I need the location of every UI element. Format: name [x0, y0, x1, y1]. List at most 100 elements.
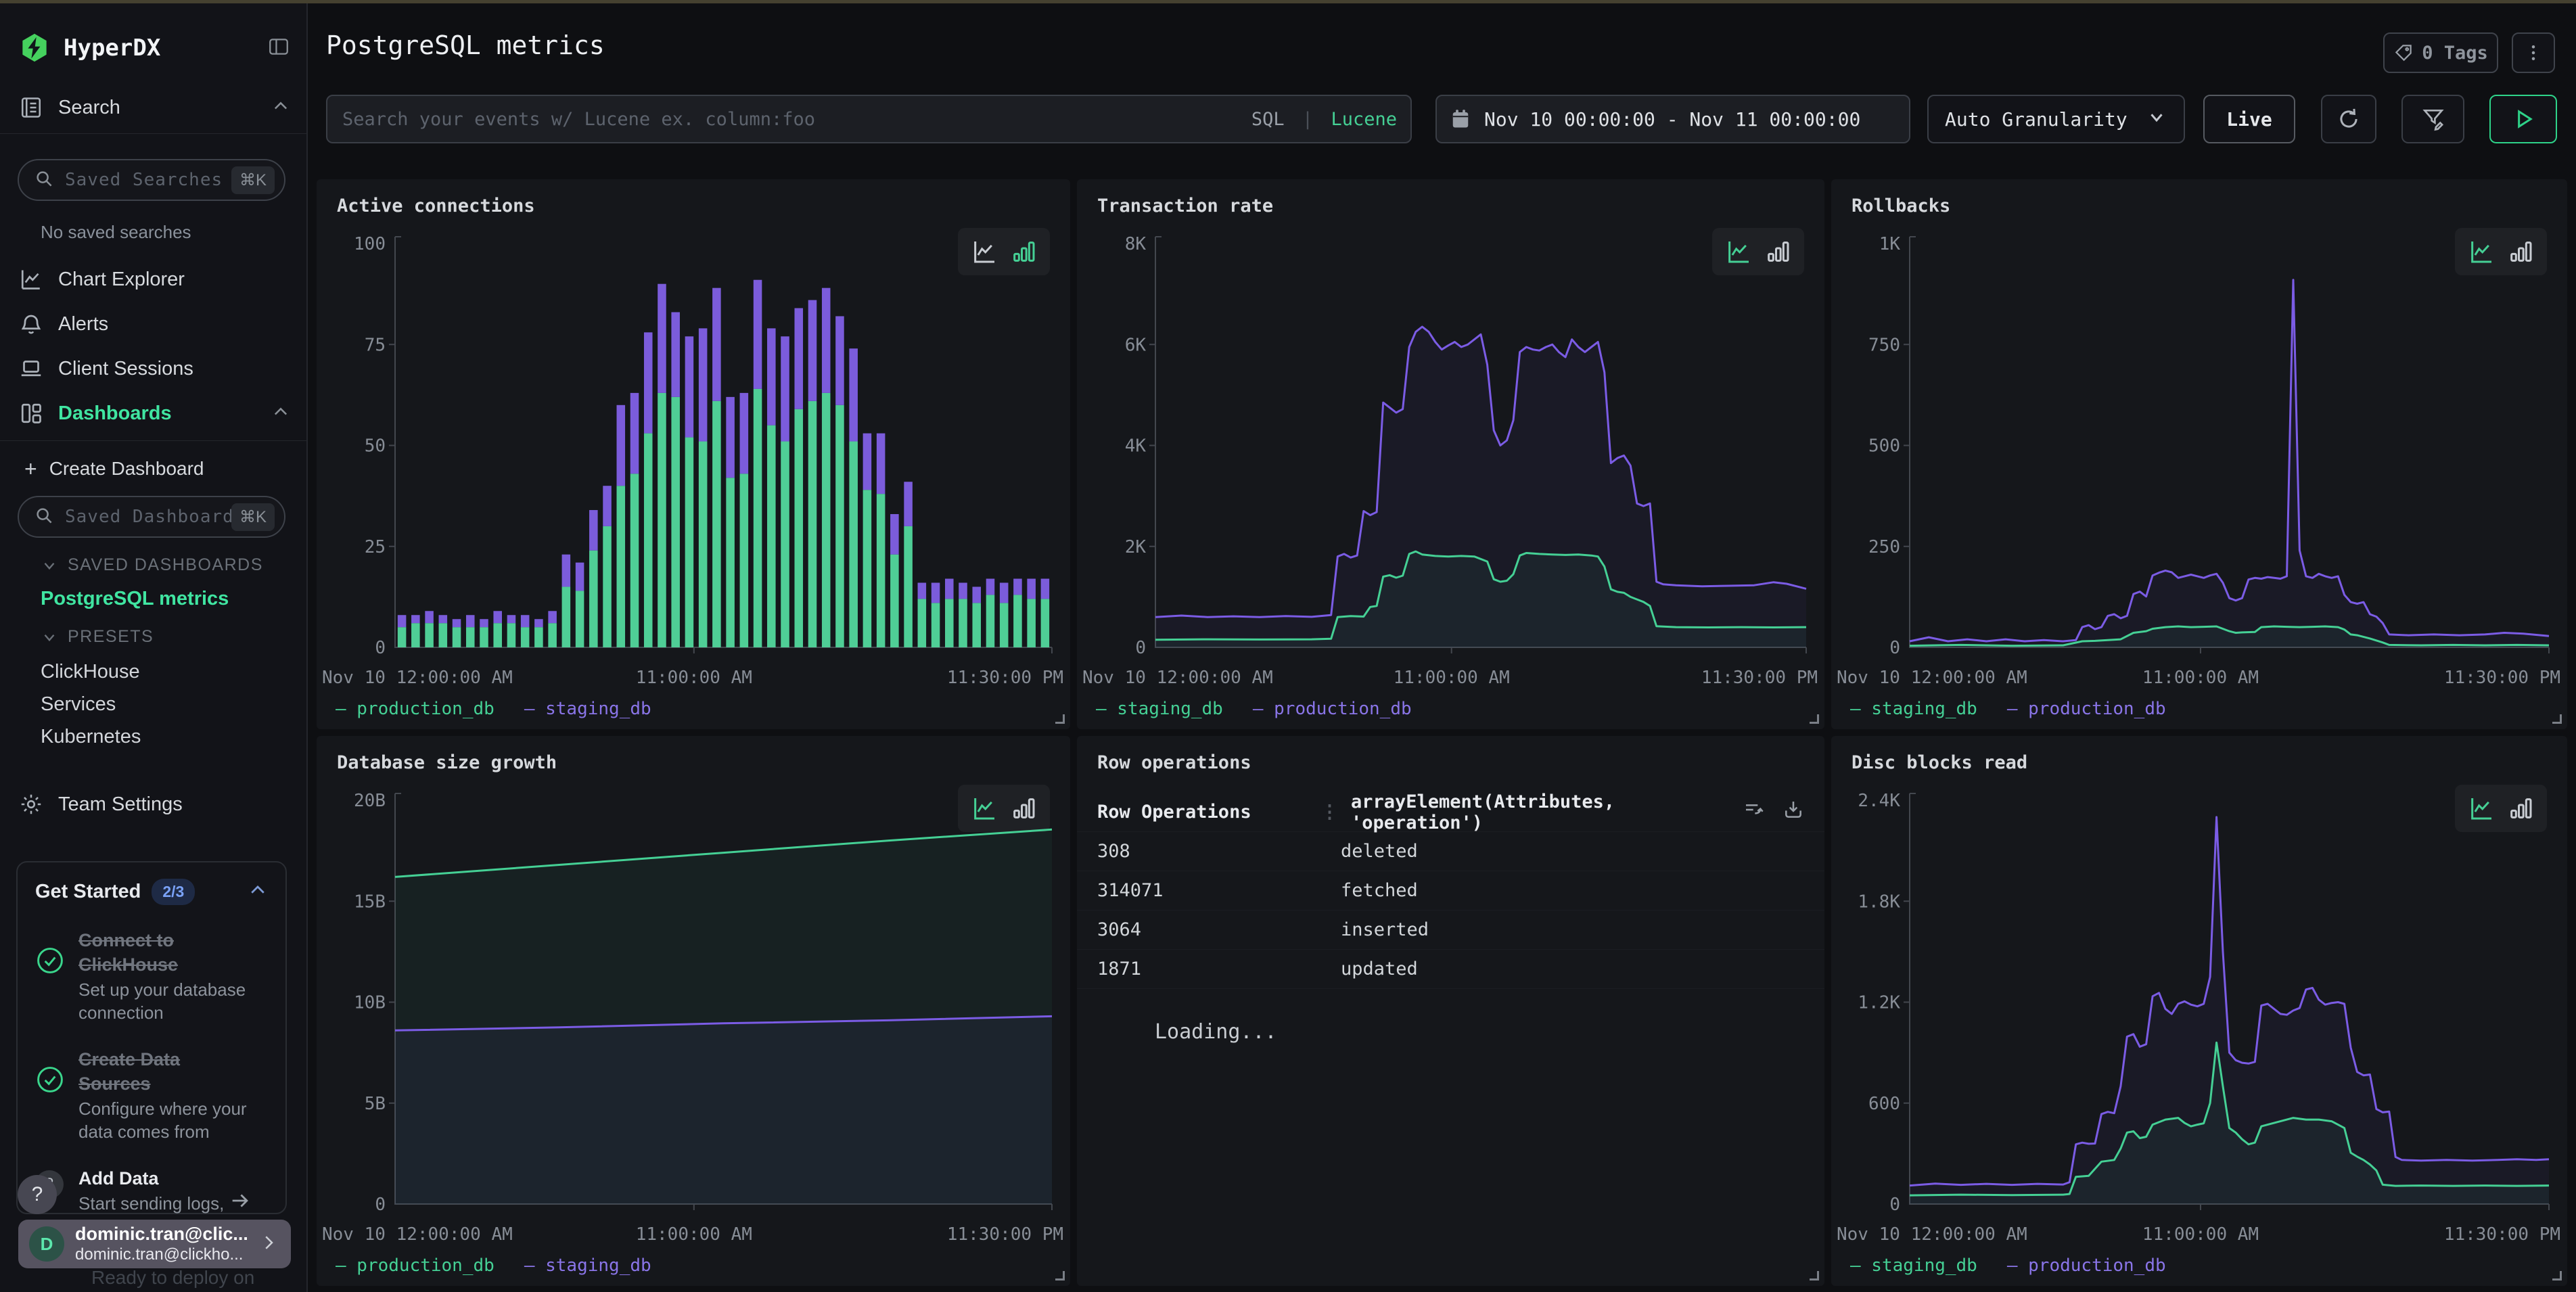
sidebar-item-chart-explorer[interactable]: Chart Explorer [0, 262, 308, 297]
svg-text:1.8K: 1.8K [1858, 892, 1900, 912]
user-profile-chip[interactable]: D dominic.tran@clic... dominic.tran@clic… [18, 1220, 291, 1268]
lucene-option[interactable]: Lucene [1331, 109, 1397, 130]
language-switch[interactable]: SQL | Lucene [1251, 109, 1397, 130]
date-range-picker[interactable]: Nov 10 00:00:00 - Nov 11 00:00:00 [1435, 95, 1910, 143]
chevron-down-icon [41, 628, 58, 646]
table-row[interactable]: 1871updated [1077, 950, 1824, 989]
resize-handle[interactable] [2552, 714, 2562, 724]
resize-handle[interactable] [1810, 1271, 1819, 1281]
legend-item[interactable]: — staging_db [1850, 699, 1977, 719]
resize-handle[interactable] [2552, 1271, 2562, 1281]
search-input[interactable]: Search your events w/ Lucene ex. column:… [326, 95, 1412, 143]
live-button[interactable]: Live [2203, 95, 2295, 143]
create-dashboard-button[interactable]: + Create Dashboard [0, 451, 308, 486]
chart-plot: 06001.2K1.8K2.4KNov 10 12:00:00 AM11:00:… [1831, 736, 2567, 1286]
help-button[interactable]: ? [18, 1175, 57, 1214]
svg-text:10B: 10B [354, 993, 386, 1013]
legend-item[interactable]: — staging_db [524, 1255, 651, 1276]
legend-item[interactable]: — production_db [336, 1255, 495, 1276]
panel-disc-blocks-read: Disc blocks read 06001.2K1.8K2.4KNov 10 … [1831, 736, 2567, 1286]
table-row[interactable]: 3064inserted [1077, 910, 1824, 950]
step-desc: Configure where your data comes from [78, 1097, 248, 1143]
chart-plot: 02505007501KNov 10 12:00:00 AM11:00:00 A… [1831, 179, 2567, 729]
legend-item[interactable]: — production_db [2007, 1255, 2166, 1276]
svg-text:100: 100 [354, 234, 386, 254]
svg-text:0: 0 [1135, 638, 1146, 658]
svg-text:11:00:00 AM: 11:00:00 AM [636, 1224, 752, 1245]
sidebar-item-alerts[interactable]: Alerts [0, 306, 308, 342]
svg-text:600: 600 [1868, 1094, 1900, 1114]
chevron-up-icon [271, 97, 290, 119]
chevron-up-icon[interactable] [248, 880, 268, 904]
check-circle-icon [35, 1065, 66, 1143]
table-header-row: Row Operations ⋮ arrayElement(Attributes… [1077, 793, 1824, 832]
svg-text:0: 0 [1889, 638, 1900, 658]
svg-text:5B: 5B [365, 1094, 386, 1114]
user-name: dominic.tran@clic... [75, 1223, 258, 1245]
table-row[interactable]: 308deleted [1077, 832, 1824, 871]
download-icon[interactable] [1782, 799, 1804, 825]
saved-searches-input[interactable]: Saved Searches ⌘K [18, 159, 285, 201]
tags-button[interactable]: 0 Tags [2383, 32, 2498, 73]
cell-value: 314071 [1097, 880, 1320, 901]
table-row[interactable]: 314071fetched [1077, 871, 1824, 910]
chart-explorer-icon [19, 266, 46, 293]
chevron-up-icon [271, 402, 290, 425]
more-options-button[interactable] [2512, 32, 2555, 73]
resize-handle[interactable] [1055, 1271, 1065, 1281]
tag-icon [2393, 43, 2414, 63]
legend-item[interactable]: — staging_db [1850, 1255, 1977, 1276]
presets-group[interactable]: PRESETS [0, 627, 154, 647]
svg-text:6K: 6K [1125, 335, 1147, 355]
collapse-sidebar-icon[interactable] [267, 35, 290, 62]
sidebar-item-kubernetes[interactable]: Kubernetes [41, 726, 141, 748]
legend-item[interactable]: — production_db [2007, 699, 2166, 719]
svg-text:25: 25 [365, 537, 386, 557]
sidebar-item-services[interactable]: Services [41, 693, 116, 716]
sidebar-item-label: Alerts [58, 313, 108, 336]
column-header[interactable]: Row Operations [1097, 802, 1320, 823]
granularity-select[interactable]: Auto Granularity [1927, 95, 2185, 143]
user-email: dominic.tran@clickho... [75, 1245, 258, 1265]
resize-handle[interactable] [1055, 714, 1065, 724]
search-in-column-icon[interactable] [1743, 799, 1765, 825]
panel-active-connections: Active connections 0255075100Nov 10 12:0… [317, 179, 1070, 729]
chart-legend: — production_db — staging_db [336, 1255, 651, 1276]
sidebar-item-postgresql-metrics[interactable]: PostgreSQL metrics [41, 588, 229, 610]
svg-text:250: 250 [1868, 537, 1900, 557]
legend-item[interactable]: — production_db [336, 699, 495, 719]
step-title: Add Data [78, 1166, 227, 1191]
run-query-button[interactable] [2489, 95, 2557, 143]
sidebar-item-search[interactable]: Search [0, 90, 308, 125]
sql-option[interactable]: SQL [1251, 109, 1285, 130]
panel-title: Row operations [1097, 752, 1251, 773]
get-started-item[interactable]: Create Data Sources Configure where your… [35, 1047, 268, 1143]
cell-operation: updated [1341, 959, 1804, 979]
legend-item[interactable]: — staging_db [524, 699, 651, 719]
column-header[interactable]: arrayElement(Attributes, 'operation') [1351, 791, 1743, 833]
chevron-down-icon [2146, 107, 2167, 132]
filter-button[interactable] [2401, 95, 2464, 143]
legend-item[interactable]: — staging_db [1096, 699, 1223, 719]
hyperdx-logo-icon [19, 34, 51, 62]
chart-legend: — staging_db — production_db [1850, 699, 2166, 719]
search-section-icon [19, 94, 46, 121]
get-started-item[interactable]: Connect to ClickHouse Set up your databa… [35, 928, 268, 1024]
app-title: HyperDX [64, 34, 160, 62]
svg-text:1.2K: 1.2K [1858, 993, 1900, 1013]
saved-dashboards-input[interactable]: Saved Dashboards ⌘K [18, 496, 285, 538]
chart-legend: — staging_db — production_db [1850, 1255, 2166, 1276]
sidebar-item-label: Team Settings [58, 793, 183, 816]
chart-legend: — production_db — staging_db [336, 699, 651, 719]
svg-text:15B: 15B [354, 892, 386, 912]
refresh-button[interactable] [2321, 95, 2376, 143]
legend-item[interactable]: — production_db [1253, 699, 1412, 719]
sidebar-item-team-settings[interactable]: Team Settings [0, 787, 308, 822]
sidebar-item-dashboards[interactable]: Dashboards [0, 396, 308, 431]
saved-dashboards-placeholder: Saved Dashboards [65, 507, 245, 527]
sidebar-item-client-sessions[interactable]: Client Sessions [0, 351, 308, 386]
sidebar-item-clickhouse[interactable]: ClickHouse [41, 661, 140, 683]
saved-dashboards-group[interactable]: SAVED DASHBOARDS [0, 555, 263, 575]
svg-text:11:30:00 PM: 11:30:00 PM [2444, 1224, 2560, 1245]
resize-handle[interactable] [1810, 714, 1819, 724]
